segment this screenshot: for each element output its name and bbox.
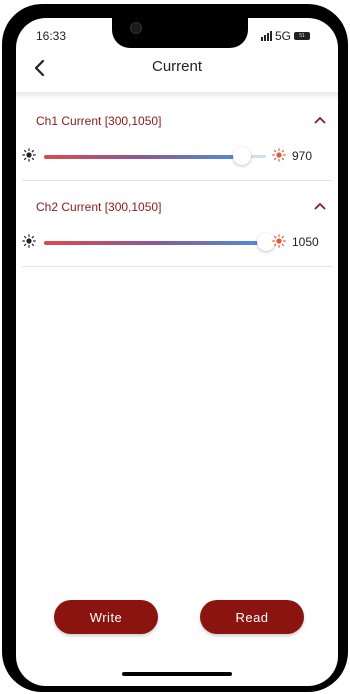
ch1-section: Ch1 Current [300,1050] 970	[22, 102, 332, 181]
read-button[interactable]: Read	[200, 600, 304, 634]
ch2-slider-track[interactable]	[44, 233, 275, 251]
battery-level: 51	[299, 33, 305, 39]
ch1-section-header[interactable]: Ch1 Current [300,1050]	[22, 102, 332, 136]
status-time: 16:33	[36, 29, 67, 43]
write-button[interactable]: Write	[54, 600, 158, 634]
chevron-up-icon[interactable]	[314, 116, 326, 124]
signal-icon	[260, 31, 272, 41]
ch2-title: Ch2 Current [300,1050]	[36, 200, 162, 214]
battery-icon: 51	[294, 32, 310, 40]
sun-dim-icon	[22, 148, 36, 162]
ch1-slider-track[interactable]	[44, 147, 266, 165]
ch1-slider-fill	[44, 154, 243, 159]
ch2-section-header[interactable]: Ch2 Current [300,1050]	[22, 188, 332, 222]
phone-frame: 16:33 5G 51 Current Ch1 Current [300,105…	[2, 4, 348, 692]
sun-bright-icon	[272, 148, 286, 162]
ch1-title: Ch1 Current [300,1050]	[36, 114, 162, 128]
ch1-value: 970	[292, 149, 313, 163]
ch2-slider-fill	[44, 240, 266, 245]
sun-dim-icon	[22, 234, 36, 248]
sun-bright-icon	[272, 234, 286, 248]
camera-icon	[130, 22, 142, 34]
ch1-divider	[22, 180, 332, 181]
home-indicator	[122, 672, 232, 676]
network-type: 5G	[274, 29, 291, 43]
status-indicators: 5G 51	[260, 29, 310, 43]
page-title: Current	[151, 58, 203, 75]
app-screen: 16:33 5G 51 Current Ch1 Current [300,105…	[16, 18, 338, 686]
ch2-section: Ch2 Current [300,1050] 1050	[22, 188, 332, 267]
notch	[112, 18, 248, 48]
ch1-slider-row: 970	[22, 136, 332, 176]
ch1-slider-thumb[interactable]	[233, 147, 252, 165]
header-divider	[16, 92, 338, 100]
ch2-value: 1050	[292, 235, 319, 249]
ch2-slider-row: 1050	[22, 222, 332, 262]
chevron-up-icon[interactable]	[314, 202, 326, 210]
ch2-divider	[22, 266, 332, 267]
app-header: Current	[16, 52, 338, 92]
